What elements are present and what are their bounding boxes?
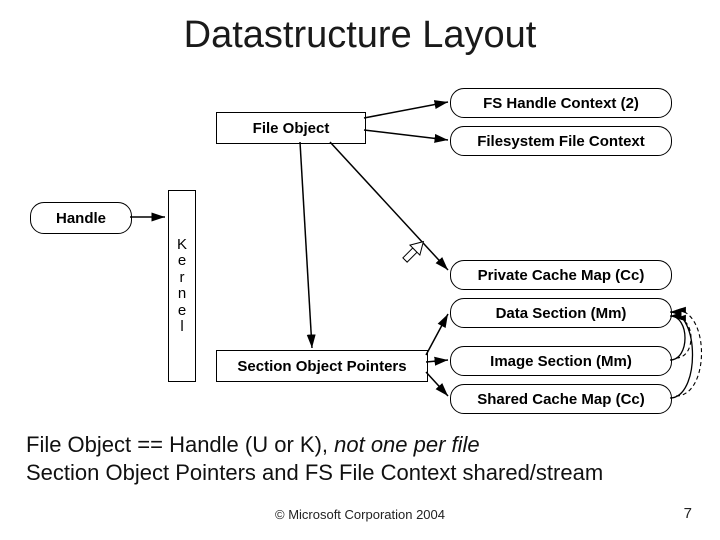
box-section-pointers: Section Object Pointers [216,350,428,382]
body-line-1a: File Object == Handle (U or K), [26,432,334,457]
page-number: 7 [684,505,692,522]
box-shared-cache: Shared Cache Map (Cc) [450,384,672,414]
body-line-1: File Object == Handle (U or K), not one … [26,432,480,458]
box-data-section: Data Section (Mm) [450,298,672,328]
body-line-2: Section Object Pointers and FS File Cont… [26,460,603,486]
box-handle: Handle [30,202,132,234]
body-line-1b: not one per file [334,432,480,457]
box-private-cache: Private Cache Map (Cc) [450,260,672,290]
box-image-section: Image Section (Mm) [450,346,672,376]
page-title: Datastructure Layout [0,14,720,57]
box-kernel: Kernel [168,190,196,382]
box-fs-file-context: Filesystem File Context [450,126,672,156]
box-fs-handle-context: FS Handle Context (2) [450,88,672,118]
kernel-letters: Kernel [177,237,187,336]
footer-copyright: © Microsoft Corporation 2004 [0,507,720,522]
box-file-object: File Object [216,112,366,144]
